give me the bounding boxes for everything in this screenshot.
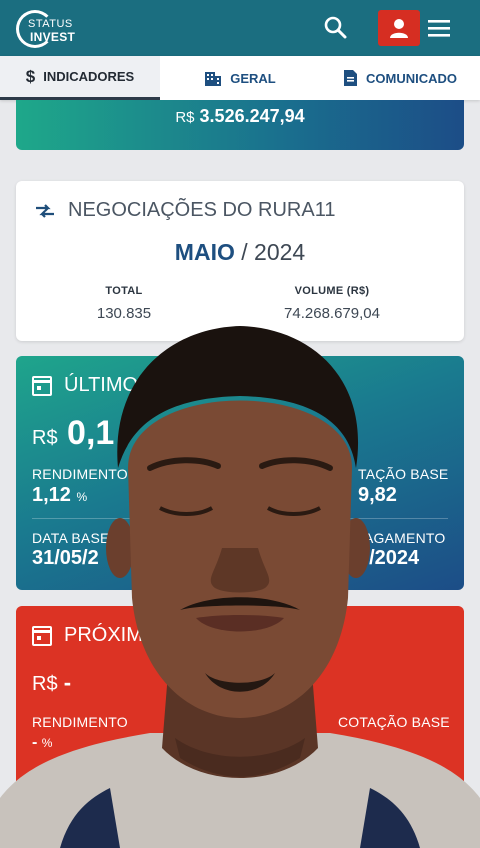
logo-line-1: STATUS [28, 18, 73, 30]
negotiations-title: NEGOCIAÇÕES DO RURA11 [68, 199, 336, 221]
user-account-button[interactable] [378, 10, 420, 46]
volume-column: VOLUME (R$) 74.268.679,04 [262, 285, 402, 322]
tab-label: GERAL [230, 70, 276, 86]
building-icon [205, 72, 222, 86]
value-summary-card: R$ 3.526.247,94 [16, 100, 464, 150]
tab-geral[interactable]: GERAL [160, 56, 320, 100]
user-icon [390, 19, 408, 38]
status-invest-logo[interactable]: STATUS INVEST [16, 8, 86, 52]
period-month: MAIO [174, 239, 235, 265]
period-year: 2024 [254, 239, 306, 265]
document-icon [344, 70, 357, 86]
dollar-icon: $ [25, 66, 36, 86]
tab-comunicado[interactable]: COMUNICADO [320, 56, 480, 100]
total-label: TOTAL [105, 285, 143, 297]
negotiations-period: MAIO / 2024 [16, 239, 464, 266]
app-header: STATUS INVEST [0, 0, 480, 56]
negotiations-card: NEGOCIAÇÕES DO RURA11 MAIO / 2024 TOTAL … [16, 181, 464, 341]
period-separator: / [234, 239, 255, 265]
negotiations-header: NEGOCIAÇÕES DO RURA11 [34, 199, 335, 222]
total-column: TOTAL 130.835 [72, 285, 176, 322]
tab-indicadores[interactable]: $ INDICADORES [0, 56, 160, 100]
swap-arrows-icon [36, 203, 54, 218]
logo-line-2: INVEST [30, 30, 76, 44]
hamburger-menu-icon [428, 20, 450, 37]
menu-button[interactable] [426, 14, 452, 42]
search-button[interactable] [322, 14, 350, 42]
tab-label: INDICADORES [43, 69, 135, 84]
search-icon [324, 16, 347, 39]
currency-label: R$ [175, 109, 195, 126]
summary-value: 3.526.247,94 [199, 106, 305, 126]
volume-label: VOLUME (R$) [294, 285, 370, 297]
presenter-video-overlay [0, 326, 480, 848]
section-tabs: $ INDICADORES GERAL COMUNICADO [0, 56, 480, 100]
tab-label: COMUNICADO [366, 70, 457, 86]
